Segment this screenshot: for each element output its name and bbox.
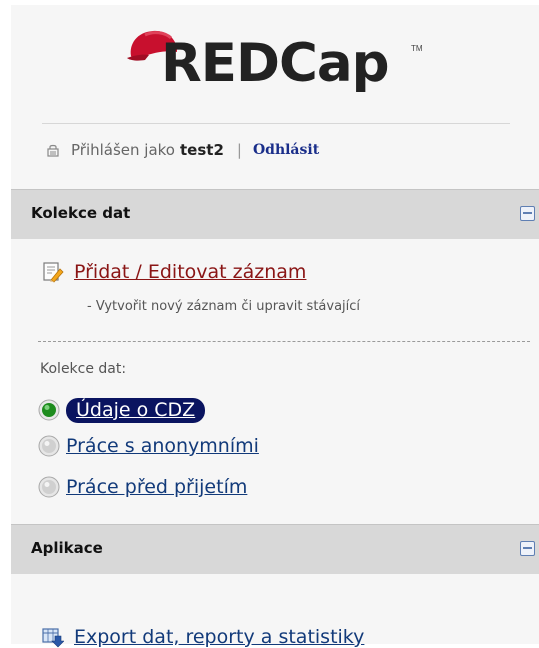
lock-icon (47, 144, 59, 157)
dashed-divider (38, 341, 530, 342)
export-download-icon (42, 628, 64, 648)
add-edit-description: - Vytvořit nový záznam či upravit stávaj… (87, 299, 361, 314)
add-edit-records-row: Přidat / Editovat záznam (42, 261, 306, 283)
data-collection-header: Kolekce dat (11, 189, 539, 239)
collapse-data-collection-button[interactable] (520, 206, 535, 221)
instrument-item[interactable]: Práce s anonymními (38, 433, 259, 459)
login-prefix: Přihlášen jako (71, 141, 175, 159)
trademark: TM (411, 44, 423, 53)
logo-text: REDCap (161, 33, 390, 94)
applications-title: Aplikace (31, 539, 103, 557)
instrument-link[interactable]: Práce před přijetím (66, 476, 247, 498)
collapse-applications-button[interactable] (520, 541, 535, 556)
instrument-link-active[interactable]: Údaje o CDZ (66, 397, 206, 423)
add-edit-records-link[interactable]: Přidat / Editovat záznam (74, 261, 306, 283)
applications-header: Aplikace (11, 524, 539, 574)
pencil-paper-icon (43, 262, 64, 283)
export-row: Export dat, reporty a statistiky (42, 626, 364, 648)
status-gray-icon (38, 435, 60, 457)
status-gray-icon (38, 476, 60, 498)
instruments-label: Kolekce dat: (40, 361, 127, 377)
logout-link[interactable]: Odhlásit (253, 142, 319, 158)
data-collection-title: Kolekce dat (31, 204, 131, 222)
export-data-link[interactable]: Export dat, reporty a statistiky (74, 626, 364, 648)
instrument-item[interactable]: Práce před přijetím (38, 474, 247, 500)
separator: | (236, 141, 242, 159)
instrument-item[interactable]: Údaje o CDZ (38, 397, 206, 423)
instrument-link[interactable]: Práce s anonymními (66, 435, 259, 457)
username: test2 (180, 141, 224, 159)
status-green-icon (38, 399, 60, 421)
logo-divider (42, 123, 510, 124)
redcap-logo[interactable]: REDCap TM (125, 22, 435, 94)
login-status: Přihlášen jako test2 | Odhlásit (46, 138, 319, 162)
